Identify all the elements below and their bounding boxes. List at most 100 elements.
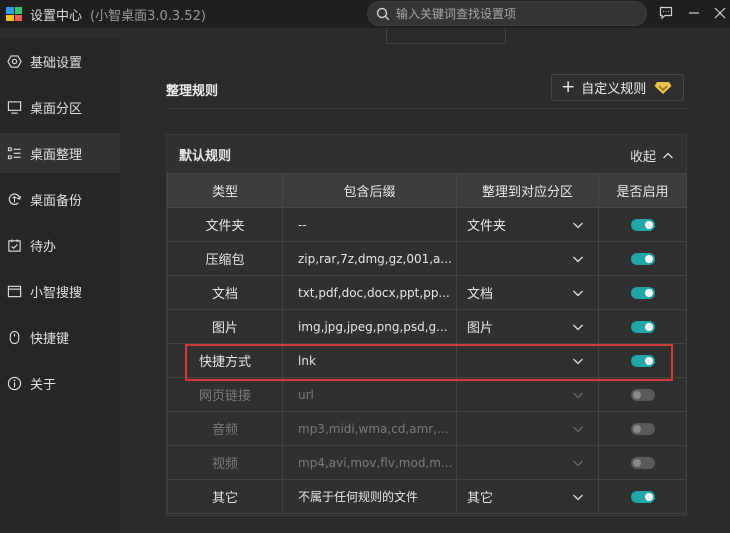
enable-toggle[interactable] <box>630 490 655 503</box>
partition-value: 图片 <box>467 321 494 336</box>
rules-table: 类型 包含后缀 整理到对应分区 是否启用 文件夹 -- 文件夹 压缩包 zip,rar,… <box>167 173 687 514</box>
sidebar-item-label: 桌面备份 <box>30 193 83 209</box>
rule-type: 压缩包 <box>167 241 283 276</box>
search-icon <box>376 7 390 20</box>
sidebar-item-about[interactable]: 关于 <box>0 363 120 403</box>
table-row: 视频 mp4,avi,mov,flv,mod,m... <box>167 445 687 480</box>
enable-toggle[interactable] <box>630 252 655 265</box>
partition-select[interactable]: 文件夹 <box>456 207 599 242</box>
plus-icon: + <box>561 77 576 97</box>
sidebar-item-label: 待办 <box>30 239 57 255</box>
sidebar-item-label: 桌面整理 <box>30 147 83 163</box>
table-row: 其它 不属于任何规则的文件 其它 <box>167 479 687 514</box>
enable-toggle[interactable] <box>630 354 655 367</box>
app-version: (小智桌面3.0.3.52) <box>90 8 206 24</box>
toggle-knob <box>644 492 653 501</box>
collapse-button[interactable]: 收起 <box>630 146 674 165</box>
rule-type: 快捷方式 <box>167 343 283 378</box>
column-header: 整理到对应分区 <box>456 173 599 208</box>
sidebar-item-label: 快捷键 <box>30 331 70 347</box>
enable-cell <box>598 309 687 344</box>
enable-toggle[interactable] <box>630 286 655 299</box>
section-title: 整理规则 <box>166 84 219 99</box>
chevron-down-icon <box>573 426 583 433</box>
toggle-knob <box>632 424 641 433</box>
toggle-knob <box>644 322 653 331</box>
vip-diamond-icon <box>654 81 672 94</box>
rule-suffixes: -- <box>282 207 457 242</box>
sidebar-item-shortcut-keys[interactable]: 快捷键 <box>0 317 120 357</box>
column-header: 包含后缀 <box>282 173 457 208</box>
sidebar-item-label: 桌面分区 <box>30 101 83 117</box>
title-bar: 设置中心 (小智桌面3.0.3.52) <box>0 0 730 28</box>
sidebar-item-label: 关于 <box>30 377 57 393</box>
toggle-knob <box>632 458 641 467</box>
rule-suffixes: 不属于任何规则的文件 <box>282 479 457 514</box>
enable-cell <box>598 479 687 514</box>
rule-suffixes: txt,pdf,doc,docx,ppt,pp... <box>282 275 457 310</box>
table-row: 压缩包 zip,rar,7z,dmg,gz,001,a... <box>167 241 687 276</box>
rule-suffixes: url <box>282 377 457 412</box>
minimize-button[interactable] <box>685 4 703 22</box>
column-header: 是否启用 <box>598 173 687 208</box>
enable-toggle[interactable] <box>630 218 655 231</box>
mouse-icon <box>6 329 22 345</box>
rule-type: 图片 <box>167 309 283 344</box>
feedback-icon <box>659 6 673 20</box>
rule-type: 文档 <box>167 275 283 310</box>
panel-header: 默认规则 收起 <box>167 135 686 173</box>
sidebar-item-basic-settings[interactable]: 基础设置 <box>0 41 120 81</box>
app-title: 设置中心 <box>30 8 83 24</box>
search-input[interactable] <box>396 6 616 21</box>
chevron-down-icon <box>573 324 583 331</box>
partition-select[interactable]: 图片 <box>456 309 599 344</box>
sidebar-item-desktop-organize[interactable]: 桌面整理 <box>0 133 120 173</box>
chevron-down-icon <box>573 256 583 263</box>
enable-cell <box>598 377 687 412</box>
default-rules-panel: 默认规则 收起 类型 包含后缀 整理到对应分区 是否启用 文件夹--文件夹 <box>166 134 687 516</box>
rule-suffixes: mp3,midi,wma,cd,amr,... <box>282 411 457 446</box>
partition-select[interactable] <box>456 445 599 480</box>
enable-cell <box>598 241 687 276</box>
column-header: 类型 <box>167 173 283 208</box>
partition-select[interactable] <box>456 343 599 378</box>
feedback-button[interactable] <box>657 4 675 22</box>
sidebar-item-xiaozhi-search[interactable]: 小智搜搜 <box>0 271 120 311</box>
custom-rule-label: 自定义规则 <box>581 82 647 97</box>
rule-type: 音频 <box>167 411 283 446</box>
partition-select[interactable] <box>456 377 599 412</box>
partition-value: 文件夹 <box>467 219 507 234</box>
table-row: 音频 mp3,midi,wma,cd,amr,... <box>167 411 687 446</box>
enable-cell <box>598 207 687 242</box>
search-box[interactable] <box>367 1 647 26</box>
custom-rule-button[interactable]: + 自定义规则 <box>551 74 684 101</box>
scroll-remnant <box>386 28 506 44</box>
rule-suffixes: lnk <box>282 343 457 378</box>
enable-toggle[interactable] <box>630 388 655 401</box>
app-logo-icon <box>6 7 22 21</box>
sidebar-item-desktop-partition[interactable]: 桌面分区 <box>0 87 120 127</box>
close-button[interactable] <box>711 4 729 22</box>
partition-select[interactable]: 文档 <box>456 275 599 310</box>
calendar-check-icon <box>6 237 22 253</box>
minimize-icon <box>689 12 699 14</box>
enable-toggle[interactable] <box>630 422 655 435</box>
chevron-up-icon <box>663 152 673 158</box>
rule-type: 文件夹 <box>167 207 283 242</box>
partition-value: 文档 <box>467 287 494 302</box>
hexagon-settings-icon <box>6 53 22 69</box>
enable-toggle[interactable] <box>630 320 655 333</box>
chevron-down-icon <box>573 494 583 501</box>
chevron-down-icon <box>573 392 583 399</box>
sidebar-item-desktop-backup[interactable]: 桌面备份 <box>0 179 120 219</box>
rule-type: 其它 <box>167 479 283 514</box>
sidebar-item-todo[interactable]: 待办 <box>0 225 120 265</box>
backup-icon <box>6 191 22 207</box>
partition-select[interactable]: 其它 <box>456 479 599 514</box>
toggle-knob <box>644 254 653 263</box>
enable-toggle[interactable] <box>630 456 655 469</box>
table-row: 文档 txt,pdf,doc,docx,ppt,pp... 文档 <box>167 275 687 310</box>
partition-select[interactable] <box>456 241 599 276</box>
divider <box>166 108 686 109</box>
partition-select[interactable] <box>456 411 599 446</box>
